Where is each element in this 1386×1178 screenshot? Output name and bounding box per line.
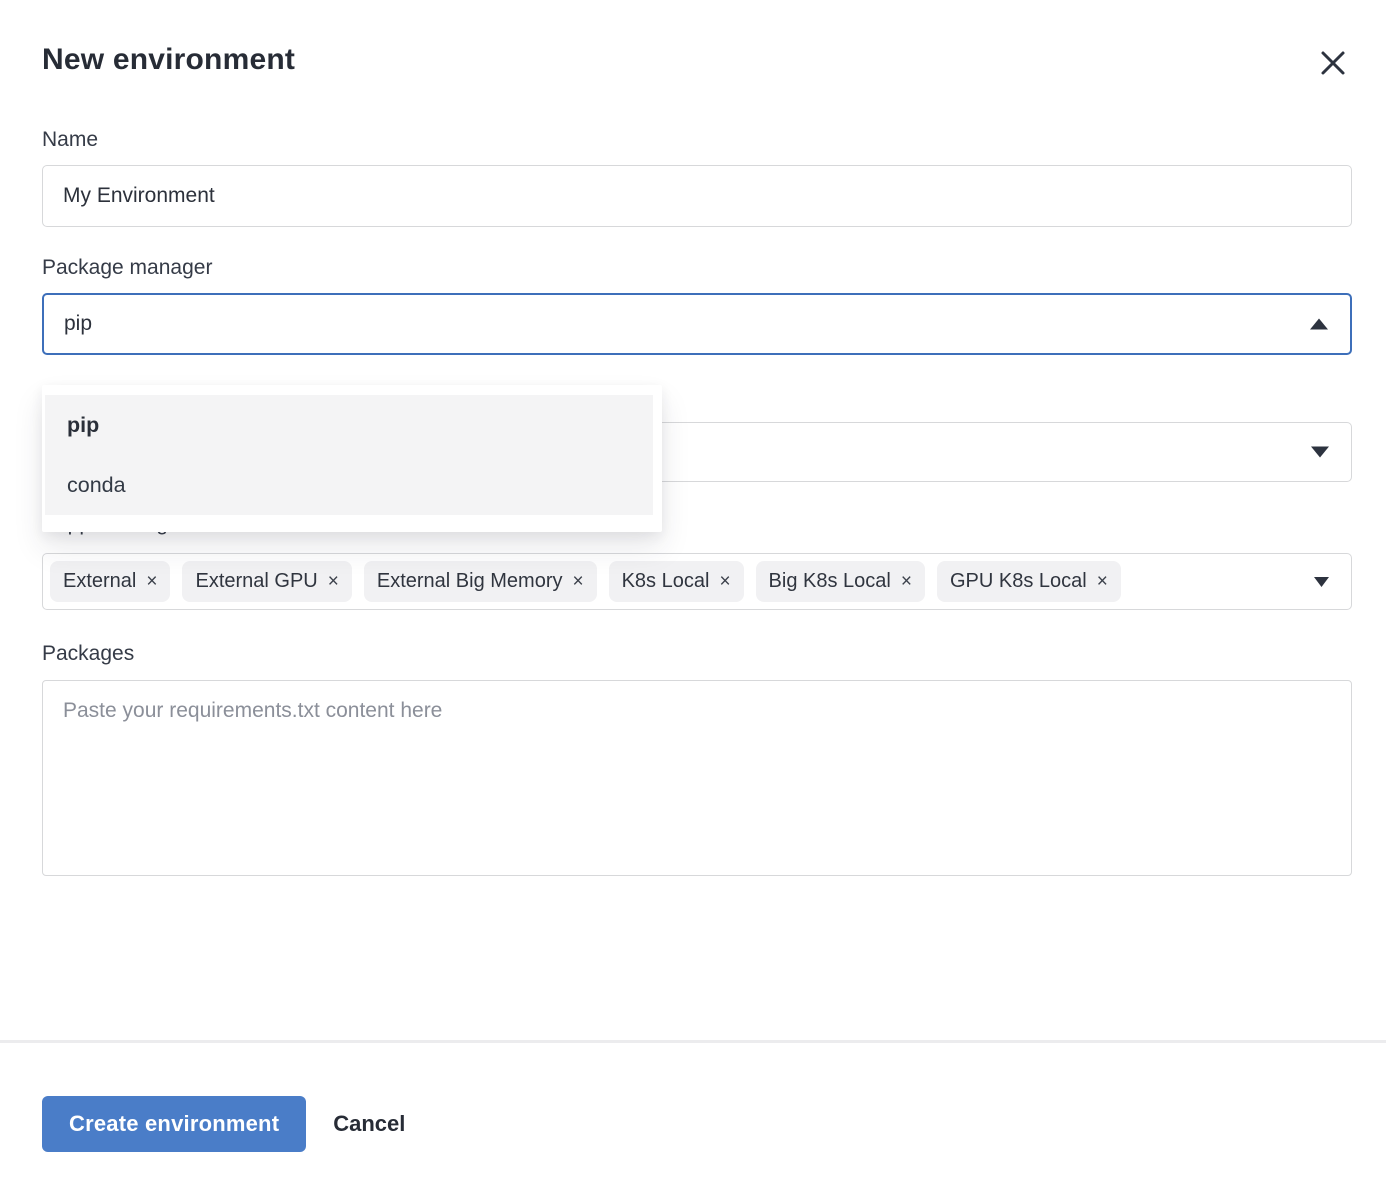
remove-tag-icon[interactable]: ×	[572, 572, 583, 591]
package-manager-zone: pip pip conda	[42, 293, 1352, 482]
agent-tag: External GPU ×	[182, 561, 351, 602]
dialog-body: Name Package manager pip pip conda	[0, 128, 1386, 881]
agent-tag-label: Big K8s Local	[769, 570, 891, 593]
chevron-down-icon	[1314, 577, 1329, 587]
name-label: Name	[42, 128, 1352, 152]
agent-tag-list: External × External GPU × External Big M…	[50, 554, 1121, 609]
agent-tag: External Big Memory ×	[364, 561, 597, 602]
agent-tag: GPU K8s Local ×	[937, 561, 1121, 602]
supported-agents-select[interactable]: External × External GPU × External Big M…	[42, 553, 1352, 610]
close-icon	[1320, 50, 1346, 76]
package-manager-select[interactable]: pip	[42, 293, 1352, 355]
agent-tag-label: External GPU	[195, 570, 317, 593]
agent-tag: External ×	[50, 561, 170, 602]
close-button[interactable]	[1314, 44, 1352, 82]
page-title: New environment	[42, 40, 295, 80]
remove-tag-icon[interactable]: ×	[719, 572, 730, 591]
agent-tag: Big K8s Local ×	[756, 561, 925, 602]
dialog-header: New environment	[0, 0, 1386, 82]
chevron-down-icon	[1311, 447, 1329, 458]
menu-option-conda[interactable]: conda	[45, 455, 653, 515]
packages-textarea[interactable]	[42, 680, 1352, 876]
package-manager-value: pip	[64, 312, 92, 336]
package-manager-label: Package manager	[42, 256, 1352, 280]
new-environment-dialog: New environment Name Package manager pip	[0, 0, 1386, 1178]
dialog-footer: Create environment Cancel	[0, 1043, 1386, 1152]
agent-tag-label: External	[63, 570, 136, 593]
menu-option-pip[interactable]: pip	[45, 395, 653, 455]
create-environment-button[interactable]: Create environment	[42, 1096, 306, 1152]
remove-tag-icon[interactable]: ×	[1097, 572, 1108, 591]
remove-tag-icon[interactable]: ×	[901, 572, 912, 591]
agent-tag-label: External Big Memory	[377, 570, 563, 593]
package-manager-menu: pip conda	[42, 385, 662, 532]
cancel-button[interactable]: Cancel	[333, 1111, 405, 1137]
agent-tag-label: K8s Local	[622, 570, 710, 593]
packages-label: Packages	[42, 642, 1352, 666]
chevron-up-icon	[1310, 319, 1328, 330]
agent-tag: K8s Local ×	[609, 561, 744, 602]
package-manager-option-list: pip conda	[45, 395, 653, 515]
name-input[interactable]	[42, 165, 1352, 227]
remove-tag-icon[interactable]: ×	[146, 572, 157, 591]
agent-tag-label: GPU K8s Local	[950, 570, 1087, 593]
remove-tag-icon[interactable]: ×	[328, 572, 339, 591]
